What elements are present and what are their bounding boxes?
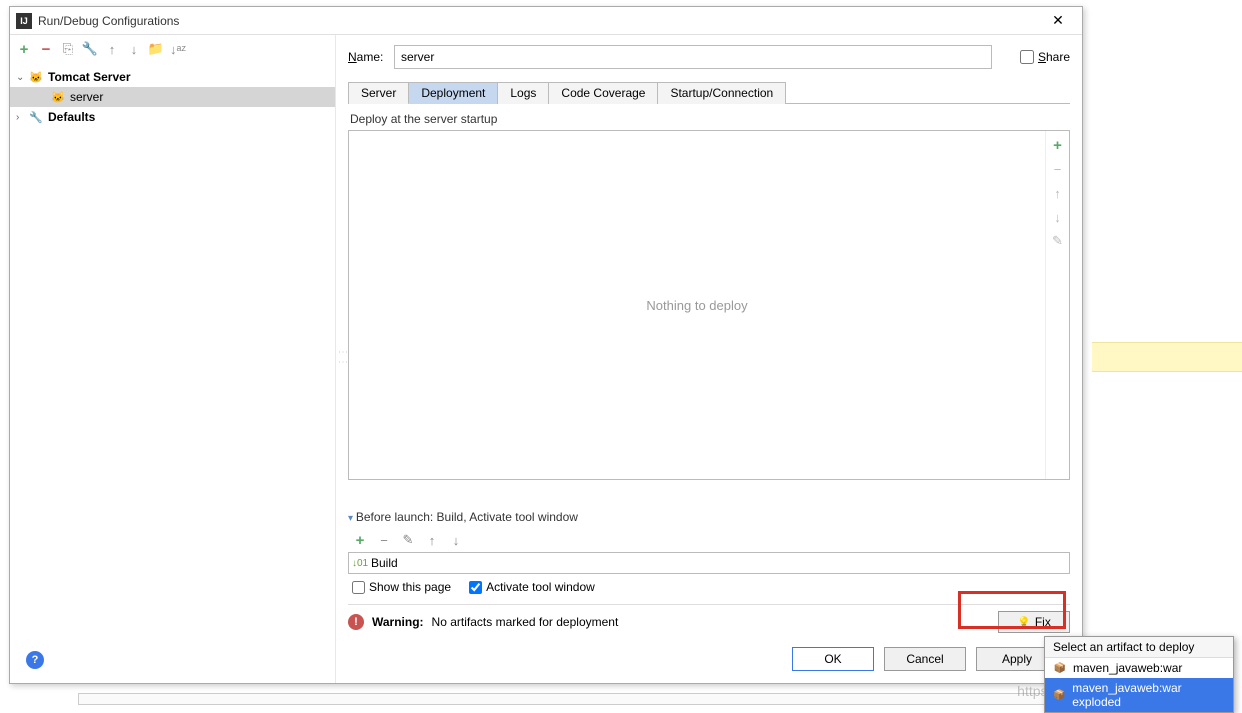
warning-row: ! Warning: No artifacts marked for deplo… — [348, 605, 1070, 639]
sidebar: + − ⎘ 🔧 ↑ ↓ 📁 ↓ᵃᶻ ⌄ 🐱 Tomcat Server 🐱 se… — [10, 35, 336, 683]
tree-label: Tomcat Server — [48, 70, 130, 84]
tab-startup[interactable]: Startup/Connection — [657, 82, 786, 104]
chevron-down-icon[interactable]: ⌄ — [16, 72, 28, 83]
tree-item-server[interactable]: 🐱 server — [10, 87, 335, 107]
popup-title: Select an artifact to deploy — [1045, 637, 1233, 658]
show-page-check[interactable]: Show this page — [352, 580, 451, 594]
name-input[interactable] — [394, 45, 992, 69]
background-highlight — [1092, 342, 1242, 372]
bl-add-icon[interactable]: + — [352, 532, 368, 548]
deploy-toolbar: + − ↑ ↓ ✎ — [1045, 131, 1069, 479]
activate-window-check[interactable]: Activate tool window — [469, 580, 595, 594]
edit-artifact-icon[interactable]: ✎ — [1050, 233, 1066, 249]
tabs: Server Deployment Logs Code Coverage Sta… — [348, 81, 1070, 104]
deploy-section-label: Deploy at the server startup — [350, 112, 1070, 126]
bulb-icon: 💡 — [1017, 616, 1031, 629]
close-icon[interactable]: ✕ — [1040, 9, 1076, 33]
remove-icon[interactable]: − — [38, 41, 54, 57]
editor-edge — [78, 693, 1084, 705]
before-launch-label[interactable]: Before launch: Build, Activate tool wind… — [348, 510, 1070, 524]
tab-logs[interactable]: Logs — [497, 82, 549, 104]
share-checkbox[interactable] — [1020, 50, 1034, 64]
artifact-popup: Select an artifact to deploy 📦 maven_jav… — [1044, 636, 1234, 713]
remove-artifact-icon[interactable]: − — [1050, 161, 1066, 177]
folder-icon[interactable]: 📁 — [148, 41, 164, 57]
build-icon: ↓01 — [353, 556, 367, 570]
bl-edit-icon[interactable]: ✎ — [400, 532, 416, 548]
build-item: Build — [371, 556, 398, 570]
tab-deployment[interactable]: Deployment — [408, 82, 498, 104]
activate-window-checkbox[interactable] — [469, 581, 482, 594]
wrench-icon: 🔧 — [28, 109, 44, 125]
add-artifact-icon[interactable]: + — [1050, 137, 1066, 153]
tab-coverage[interactable]: Code Coverage — [548, 82, 658, 104]
up-artifact-icon[interactable]: ↑ — [1050, 185, 1066, 201]
dialog-buttons: OK Cancel Apply — [348, 639, 1070, 683]
add-icon[interactable]: + — [16, 41, 32, 57]
run-debug-dialog: IJ Run/Debug Configurations ✕ + − ⎘ 🔧 ↑ … — [9, 6, 1083, 684]
before-launch-section: Before launch: Build, Activate tool wind… — [348, 510, 1070, 600]
warning-text: No artifacts marked for deployment — [432, 615, 619, 629]
warning-icon: ! — [348, 614, 364, 630]
sort-icon[interactable]: ↓ᵃᶻ — [170, 41, 186, 57]
fix-button[interactable]: 💡 Fix — [998, 611, 1070, 633]
edit-icon[interactable]: 🔧 — [82, 41, 98, 57]
tomcat-icon: 🐱 — [50, 89, 66, 105]
chevron-right-icon[interactable]: › — [16, 112, 28, 123]
bl-remove-icon[interactable]: − — [376, 532, 392, 548]
up-icon[interactable]: ↑ — [104, 41, 120, 57]
tree-item-tomcat[interactable]: ⌄ 🐱 Tomcat Server — [10, 67, 335, 87]
sidebar-toolbar: + − ⎘ 🔧 ↑ ↓ 📁 ↓ᵃᶻ — [10, 35, 335, 63]
dialog-title: Run/Debug Configurations — [38, 14, 1040, 28]
before-launch-list[interactable]: ↓01 Build — [348, 552, 1070, 574]
cancel-button[interactable]: Cancel — [884, 647, 966, 671]
empty-text: Nothing to deploy — [349, 131, 1045, 479]
bl-up-icon[interactable]: ↑ — [424, 532, 440, 548]
tomcat-icon: 🐱 — [28, 69, 44, 85]
help-icon[interactable]: ? — [26, 651, 44, 669]
share-label: Share — [1038, 50, 1070, 64]
tree-label: Defaults — [48, 110, 95, 124]
tab-server[interactable]: Server — [348, 82, 409, 104]
bl-down-icon[interactable]: ↓ — [448, 532, 464, 548]
titlebar: IJ Run/Debug Configurations ✕ — [10, 7, 1082, 35]
copy-icon[interactable]: ⎘ — [60, 41, 76, 57]
ok-button[interactable]: OK — [792, 647, 874, 671]
deploy-list: Nothing to deploy + − ↑ ↓ ✎ — [348, 130, 1070, 480]
popup-item-selected[interactable]: 📦 maven_javaweb:war exploded — [1045, 678, 1233, 712]
warning-label: Warning: — [372, 615, 424, 629]
name-label: Name: — [348, 50, 386, 64]
artifact-icon: 📦 — [1053, 688, 1066, 702]
show-page-checkbox[interactable] — [352, 581, 365, 594]
artifact-icon: 📦 — [1053, 661, 1067, 675]
tree-label: server — [70, 90, 103, 104]
tree-item-defaults[interactable]: › 🔧 Defaults — [10, 107, 335, 127]
popup-item[interactable]: 📦 maven_javaweb:war — [1045, 658, 1233, 678]
down-artifact-icon[interactable]: ↓ — [1050, 209, 1066, 225]
main-panel: Name: Share Server Deployment Logs Code … — [336, 35, 1082, 683]
config-tree: ⌄ 🐱 Tomcat Server 🐱 server › 🔧 Defaults — [10, 63, 335, 683]
app-icon: IJ — [16, 13, 32, 29]
down-icon[interactable]: ↓ — [126, 41, 142, 57]
